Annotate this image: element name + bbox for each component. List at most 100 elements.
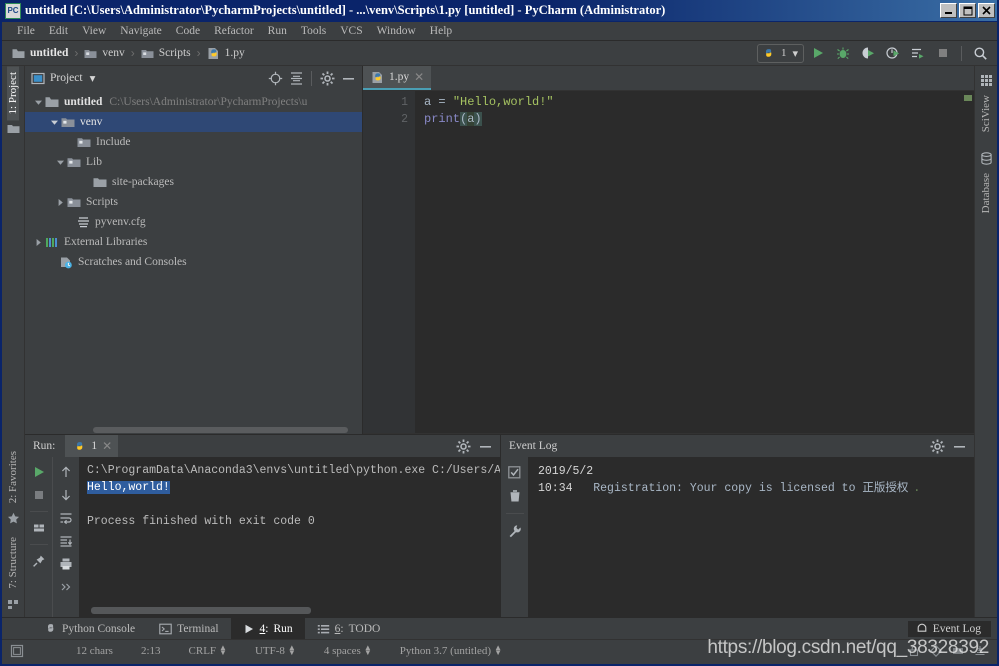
arrow-up-icon[interactable] — [56, 462, 76, 482]
close-button[interactable] — [978, 3, 995, 18]
tree-item-site-packages[interactable]: site-packages — [25, 172, 362, 192]
minimize-button[interactable] — [940, 3, 957, 18]
run-button[interactable] — [807, 43, 829, 63]
restore-layout-button[interactable] — [29, 518, 49, 538]
run-console-output[interactable]: C:\ProgramData\Anaconda3\envs\untitled\p… — [79, 457, 500, 617]
hide-button[interactable] — [949, 436, 969, 456]
rerun-button[interactable] — [29, 462, 49, 482]
sidebar-item-sciview[interactable]: SciView — [980, 89, 992, 138]
tree-item-include[interactable]: Include — [25, 132, 362, 152]
event-log-button[interactable]: Event Log — [907, 620, 991, 637]
notification-icon[interactable] — [973, 644, 987, 658]
run-tab-1[interactable]: 1 ✕ — [65, 435, 119, 457]
collapse-all-button[interactable] — [286, 68, 306, 88]
menu-view[interactable]: View — [75, 22, 113, 41]
menu-refactor[interactable]: Refactor — [207, 22, 261, 41]
spinner-icon[interactable]: ▲ ▼ — [364, 643, 372, 656]
scrollbar-thumb[interactable] — [91, 607, 311, 614]
menu-help[interactable]: Help — [423, 22, 459, 41]
menu-tools[interactable]: Tools — [294, 22, 333, 41]
chevron-down-icon[interactable] — [31, 98, 45, 107]
breadcrumb-file[interactable]: 1.py — [207, 47, 245, 60]
inspection-icon[interactable] — [929, 644, 943, 658]
bottom-tab-terminal[interactable]: Terminal — [147, 618, 230, 639]
locate-button[interactable] — [265, 68, 285, 88]
tree-item-scripts[interactable]: Scripts — [25, 192, 362, 212]
line-separator[interactable]: CRLF ▲ ▼ — [175, 643, 241, 656]
tree-item-pyvenv-cfg[interactable]: pyvenv.cfg — [25, 212, 362, 232]
stop-button[interactable] — [29, 485, 49, 505]
settings-button[interactable] — [453, 436, 473, 456]
chevron-right-icon[interactable] — [31, 238, 45, 247]
clear-all-button[interactable] — [505, 486, 525, 506]
print-button[interactable] — [56, 554, 76, 574]
chevron-down-icon[interactable] — [53, 158, 67, 167]
editor-vertical-scrollbar[interactable] — [962, 91, 974, 433]
interpreter[interactable]: Python 3.7 (untitled) ▲ ▼ — [386, 643, 516, 656]
chevron-right-double-icon[interactable] — [56, 577, 76, 597]
pin-tab-button[interactable] — [29, 551, 49, 571]
menu-run[interactable]: Run — [261, 22, 294, 41]
console-horizontal-scrollbar[interactable] — [87, 605, 500, 617]
chevron-down-icon[interactable]: ▾ — [90, 71, 96, 85]
tab-1-py[interactable]: 1.py ✕ — [363, 66, 432, 90]
menu-navigate[interactable]: Navigate — [113, 22, 169, 41]
chevron-down-icon[interactable] — [47, 118, 61, 127]
menu-edit[interactable]: Edit — [42, 22, 75, 41]
run-configuration-selector[interactable]: 1 ▾ — [756, 43, 804, 63]
menu-window[interactable]: Window — [370, 22, 423, 41]
close-icon[interactable]: ✕ — [102, 440, 112, 452]
maximize-button[interactable] — [959, 3, 976, 18]
hide-button[interactable] — [475, 436, 495, 456]
sidebar-item-favorites[interactable]: 2: Favorites — [7, 445, 19, 509]
spinner-icon[interactable]: ▲ ▼ — [494, 643, 502, 656]
scrollbar-thumb[interactable] — [93, 427, 348, 433]
mark-read-button[interactable] — [505, 462, 525, 482]
scroll-to-end-button[interactable] — [56, 531, 76, 551]
close-icon[interactable]: ✕ — [414, 71, 424, 83]
breadcrumb-untitled[interactable]: untitled — [12, 47, 68, 59]
window-toggle-icon[interactable] — [2, 644, 32, 658]
caret-position[interactable]: 2:13 — [127, 645, 175, 657]
soft-wrap-button[interactable] — [56, 508, 76, 528]
breadcrumb-venv[interactable]: venv — [84, 47, 125, 59]
hide-button[interactable] — [338, 68, 358, 88]
tree-item-lib[interactable]: Lib — [25, 152, 362, 172]
settings-button[interactable] — [927, 436, 947, 456]
tree-item-untitled[interactable]: untitled C:\Users\Administrator\PycharmP… — [25, 92, 362, 112]
chevron-down-icon[interactable]: ▾ — [792, 47, 798, 60]
project-horizontal-scrollbar[interactable] — [25, 425, 362, 434]
search-everywhere-button[interactable] — [969, 43, 991, 63]
bottom-tab-python-console[interactable]: Python Console — [32, 618, 147, 639]
chevron-right-icon[interactable] — [53, 198, 67, 207]
spinner-icon[interactable]: ▲ ▼ — [288, 643, 296, 656]
profile-button[interactable] — [882, 43, 904, 63]
tree-item-venv[interactable]: venv — [25, 112, 362, 132]
tree-item-scratches[interactable]: Scratches and Consoles — [25, 252, 362, 272]
event-log-content[interactable]: 2019/5/2 10:34 Registration: Your copy i… — [528, 457, 974, 617]
settings-wrench-button[interactable] — [505, 521, 525, 541]
indent[interactable]: 4 spaces ▲ ▼ — [310, 643, 386, 656]
code-editor[interactable]: 1 2 a = "Hello,world!" print(a) — [363, 91, 974, 433]
tree-item-external-libraries[interactable]: External Libraries — [25, 232, 362, 252]
breadcrumb-scripts[interactable]: Scripts — [141, 47, 191, 59]
menu-vcs[interactable]: VCS — [333, 22, 369, 41]
debug-button[interactable] — [832, 43, 854, 63]
menu-file[interactable]: File — [10, 22, 42, 41]
settings-button[interactable] — [317, 68, 337, 88]
sidebar-item-structure[interactable]: 7: Structure — [7, 531, 19, 595]
menu-code[interactable]: Code — [169, 22, 207, 41]
run-coverage-button[interactable] — [857, 43, 879, 63]
lock-icon[interactable] — [907, 644, 921, 658]
sidebar-item-project[interactable]: 1: Project — [7, 66, 19, 121]
code-content[interactable]: a = "Hello,world!" print(a) — [415, 91, 974, 433]
bottom-tab-todo[interactable]: 6: TODO — [305, 618, 393, 639]
sidebar-item-database[interactable]: Database — [980, 167, 992, 219]
encoding[interactable]: UTF-8 ▲ ▼ — [241, 643, 310, 656]
memory-icon[interactable] — [951, 644, 965, 658]
bottom-tab-run[interactable]: 4: Run — [230, 618, 305, 639]
run-with-console-button[interactable] — [907, 43, 929, 63]
spinner-icon[interactable]: ▲ ▼ — [219, 643, 227, 656]
stop-button[interactable] — [932, 43, 954, 63]
arrow-down-icon[interactable] — [56, 485, 76, 505]
